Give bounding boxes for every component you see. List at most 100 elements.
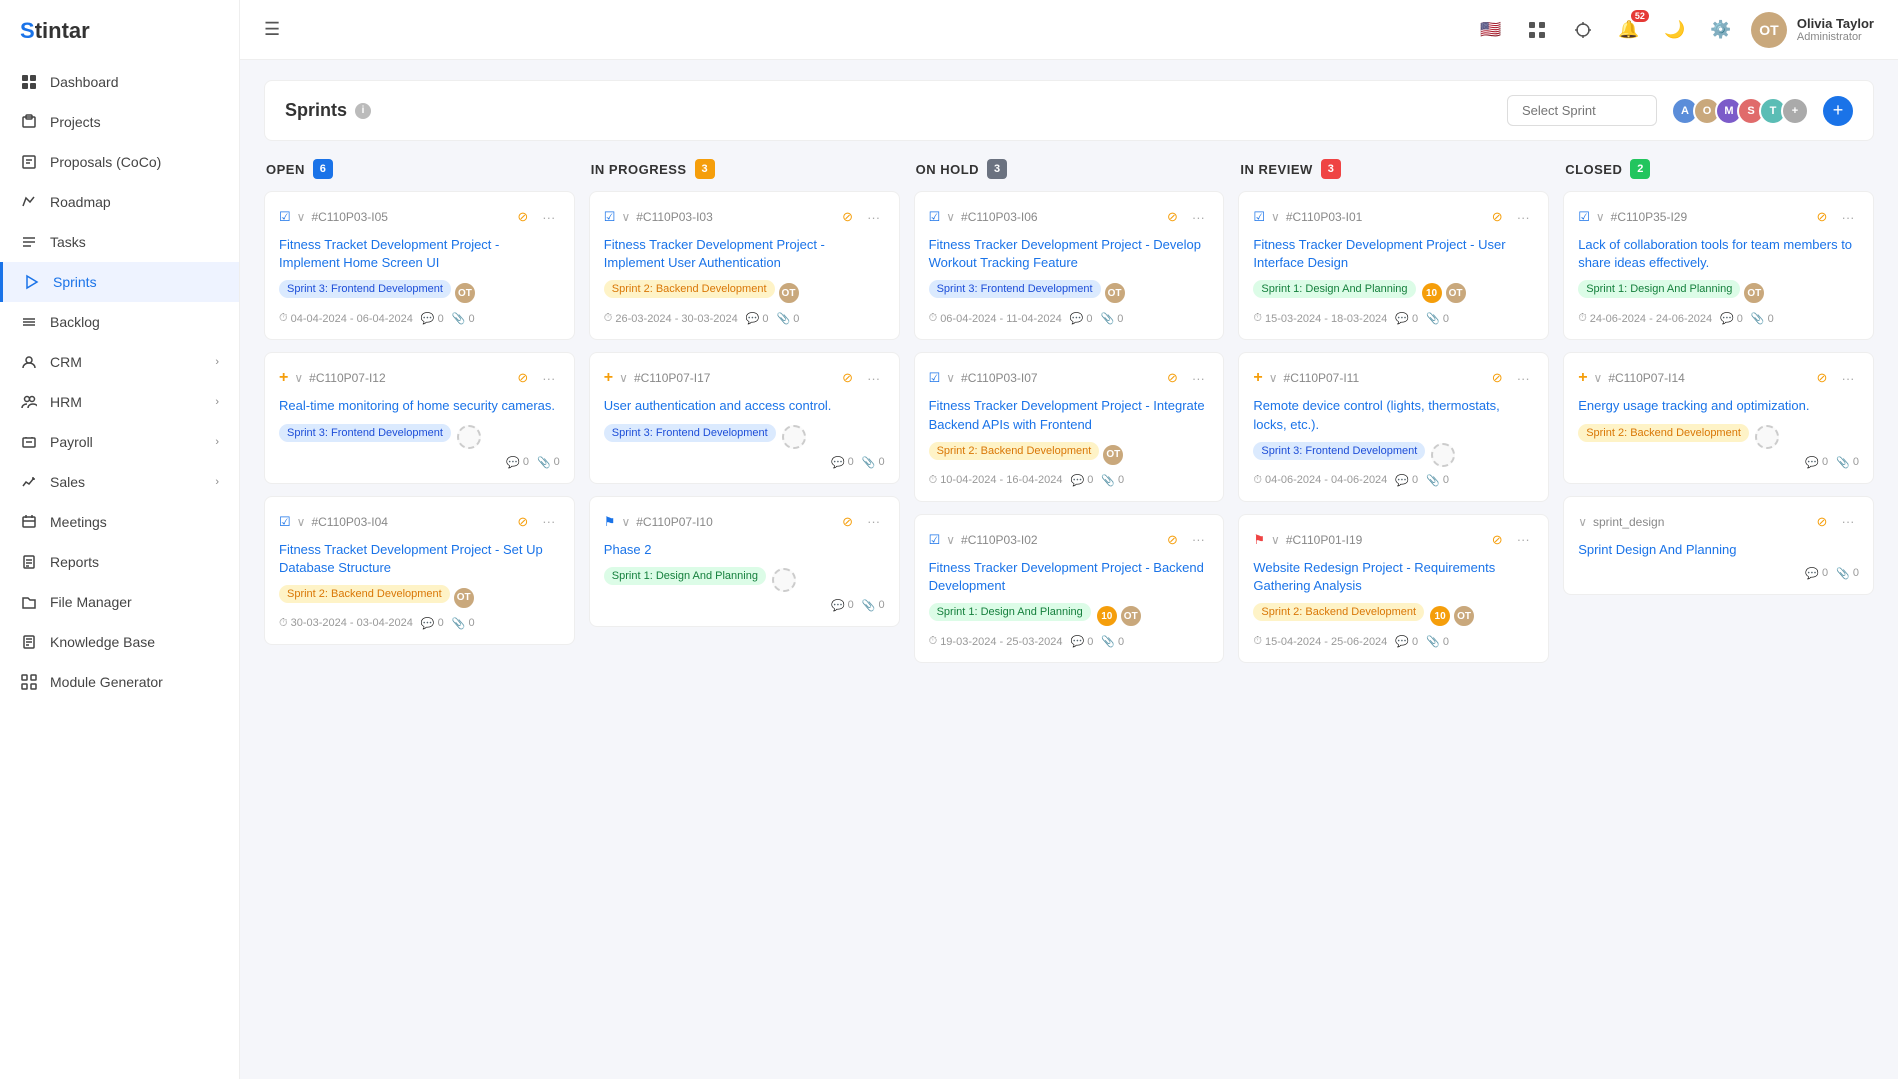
sidebar-item-dashboard[interactable]: Dashboard <box>0 62 239 102</box>
card-sprint-tag[interactable]: Sprint 3: Frontend Development <box>1253 442 1425 460</box>
sprint-select-input[interactable] <box>1507 95 1657 126</box>
card-flag-icon[interactable]: ⊘ <box>1486 367 1508 389</box>
card-in_review-0[interactable]: ☑ ∨ #C110P03-I01 ⊘ ··· Fitness Tracker D… <box>1238 191 1549 340</box>
sidebar-item-backlog[interactable]: Backlog <box>0 302 239 342</box>
card-sprint-tag[interactable]: Sprint 1: Design And Planning <box>1578 280 1740 298</box>
card-sprint-tag[interactable]: Sprint 2: Backend Development <box>279 585 450 603</box>
card-chevron[interactable]: ∨ <box>946 210 955 224</box>
card-flag-icon[interactable]: ⊘ <box>837 511 859 533</box>
card-more-icon[interactable]: ··· <box>538 206 560 228</box>
card-more-icon[interactable]: ··· <box>1512 206 1534 228</box>
card-sprint-tag[interactable]: Sprint 1: Design And Planning <box>604 567 766 585</box>
card-closed-2[interactable]: ∨ sprint_design ⊘ ··· Sprint Design And … <box>1563 496 1874 595</box>
add-sprint-button[interactable]: + <box>1823 96 1853 126</box>
card-sprint-tag[interactable]: Sprint 2: Backend Development <box>1253 603 1424 621</box>
theme-toggle[interactable]: 🌙 <box>1659 14 1691 46</box>
sidebar-item-file-manager[interactable]: File Manager <box>0 582 239 622</box>
card-flag-icon[interactable]: ⊘ <box>1811 206 1833 228</box>
card-flag-icon[interactable]: ⊘ <box>1811 367 1833 389</box>
card-chevron[interactable]: ∨ <box>297 210 306 224</box>
card-flag-icon[interactable]: ⊘ <box>1811 511 1833 533</box>
card-sprint-tag[interactable]: Sprint 2: Backend Development <box>604 280 775 298</box>
card-more-icon[interactable]: ··· <box>538 367 560 389</box>
card-sprint-tag[interactable]: Sprint 2: Backend Development <box>929 442 1100 460</box>
card-flag-icon[interactable]: ⊘ <box>1486 206 1508 228</box>
card-chevron[interactable]: ∨ <box>1269 371 1278 385</box>
card-sprint-tag[interactable]: Sprint 1: Design And Planning <box>929 603 1091 621</box>
card-on_hold-2[interactable]: ☑ ∨ #C110P03-I02 ⊘ ··· Fitness Tracker D… <box>914 514 1225 663</box>
apps-icon[interactable] <box>1521 14 1553 46</box>
user-avatar[interactable]: OT Olivia Taylor Administrator <box>1751 12 1874 48</box>
card-in_review-1[interactable]: + ∨ #C110P07-I11 ⊘ ··· Remote device con… <box>1238 352 1549 501</box>
sidebar-item-roadmap[interactable]: Roadmap <box>0 182 239 222</box>
notification-bell[interactable]: 🔔 52 <box>1613 14 1645 46</box>
info-icon[interactable]: i <box>355 103 371 119</box>
sidebar-item-sprints[interactable]: Sprints <box>0 262 239 302</box>
card-open-2[interactable]: ☑ ∨ #C110P03-I04 ⊘ ··· Fitness Tracket D… <box>264 496 575 645</box>
card-chevron[interactable]: ∨ <box>619 371 628 385</box>
card-sprint-tag[interactable]: Sprint 3: Frontend Development <box>279 424 451 442</box>
card-more-icon[interactable]: ··· <box>1837 206 1859 228</box>
sidebar-item-hrm[interactable]: HRM › <box>0 382 239 422</box>
sidebar-item-reports[interactable]: Reports <box>0 542 239 582</box>
card-more-icon[interactable]: ··· <box>1187 206 1209 228</box>
card-flag-icon[interactable]: ⊘ <box>512 367 534 389</box>
card-closed-1[interactable]: + ∨ #C110P07-I14 ⊘ ··· Energy usage trac… <box>1563 352 1874 483</box>
card-chevron[interactable]: ∨ <box>1578 515 1587 529</box>
header-avatar-5[interactable]: + <box>1781 97 1809 125</box>
card-flag-icon[interactable]: ⊘ <box>512 206 534 228</box>
sidebar-item-meetings[interactable]: Meetings <box>0 502 239 542</box>
card-flag-icon[interactable]: ⊘ <box>512 511 534 533</box>
card-on_hold-0[interactable]: ☑ ∨ #C110P03-I06 ⊘ ··· Fitness Tracker D… <box>914 191 1225 340</box>
sidebar-item-sales[interactable]: Sales › <box>0 462 239 502</box>
card-chevron[interactable]: ∨ <box>1594 371 1603 385</box>
flag-icon[interactable]: 🇺🇸 <box>1475 14 1507 46</box>
card-more-icon[interactable]: ··· <box>863 206 885 228</box>
card-open-1[interactable]: + ∨ #C110P07-I12 ⊘ ··· Real-time monitor… <box>264 352 575 483</box>
sidebar-item-knowledge-base[interactable]: Knowledge Base <box>0 622 239 662</box>
card-on_hold-1[interactable]: ☑ ∨ #C110P03-I07 ⊘ ··· Fitness Tracker D… <box>914 352 1225 501</box>
sidebar-item-module-generator[interactable]: Module Generator <box>0 662 239 702</box>
card-chevron[interactable]: ∨ <box>946 533 955 547</box>
sidebar-item-proposals[interactable]: Proposals (CoCo) <box>0 142 239 182</box>
card-sprint-tag[interactable]: Sprint 3: Frontend Development <box>279 280 451 298</box>
card-more-icon[interactable]: ··· <box>538 511 560 533</box>
card-more-icon[interactable]: ··· <box>1512 367 1534 389</box>
card-open-0[interactable]: ☑ ∨ #C110P03-I05 ⊘ ··· Fitness Tracket D… <box>264 191 575 340</box>
card-flag-icon[interactable]: ⊘ <box>1161 206 1183 228</box>
card-chevron[interactable]: ∨ <box>1596 210 1605 224</box>
card-more-icon[interactable]: ··· <box>1187 367 1209 389</box>
card-sprint-tag[interactable]: Sprint 1: Design And Planning <box>1253 280 1415 298</box>
menu-toggle[interactable]: ☰ <box>264 19 280 40</box>
card-flag-icon[interactable]: ⊘ <box>1486 529 1508 551</box>
card-chevron[interactable]: ∨ <box>946 371 955 385</box>
card-more-icon[interactable]: ··· <box>1837 367 1859 389</box>
card-closed-0[interactable]: ☑ ∨ #C110P35-I29 ⊘ ··· Lack of collabora… <box>1563 191 1874 340</box>
card-flag-icon[interactable]: ⊘ <box>837 367 859 389</box>
card-more-icon[interactable]: ··· <box>863 367 885 389</box>
card-chevron[interactable]: ∨ <box>621 515 630 529</box>
card-sprint-tag[interactable]: Sprint 2: Backend Development <box>1578 424 1749 442</box>
card-chevron[interactable]: ∨ <box>1271 533 1280 547</box>
crosshair-icon[interactable] <box>1567 14 1599 46</box>
sidebar-item-crm[interactable]: CRM › <box>0 342 239 382</box>
card-more-icon[interactable]: ··· <box>1187 529 1209 551</box>
settings-icon[interactable]: ⚙️ <box>1705 14 1737 46</box>
card-chevron[interactable]: ∨ <box>294 371 303 385</box>
sidebar-item-payroll[interactable]: Payroll › <box>0 422 239 462</box>
card-in_progress-1[interactable]: + ∨ #C110P07-I17 ⊘ ··· User authenticati… <box>589 352 900 483</box>
card-in_progress-2[interactable]: ⚑ ∨ #C110P07-I10 ⊘ ··· Phase 2 Sprint 1:… <box>589 496 900 627</box>
card-chevron[interactable]: ∨ <box>297 515 306 529</box>
card-sprint-tag[interactable]: Sprint 3: Frontend Development <box>604 424 776 442</box>
sidebar-item-tasks[interactable]: Tasks <box>0 222 239 262</box>
card-in_review-2[interactable]: ⚑ ∨ #C110P01-I19 ⊘ ··· Website Redesign … <box>1238 514 1549 663</box>
card-more-icon[interactable]: ··· <box>1837 511 1859 533</box>
card-more-icon[interactable]: ··· <box>1512 529 1534 551</box>
card-sprint-tag[interactable]: Sprint 3: Frontend Development <box>929 280 1101 298</box>
card-flag-icon[interactable]: ⊘ <box>1161 529 1183 551</box>
card-more-icon[interactable]: ··· <box>863 511 885 533</box>
card-in_progress-0[interactable]: ☑ ∨ #C110P03-I03 ⊘ ··· Fitness Tracker D… <box>589 191 900 340</box>
card-chevron[interactable]: ∨ <box>1271 210 1280 224</box>
sidebar-item-projects[interactable]: Projects <box>0 102 239 142</box>
card-flag-icon[interactable]: ⊘ <box>1161 367 1183 389</box>
